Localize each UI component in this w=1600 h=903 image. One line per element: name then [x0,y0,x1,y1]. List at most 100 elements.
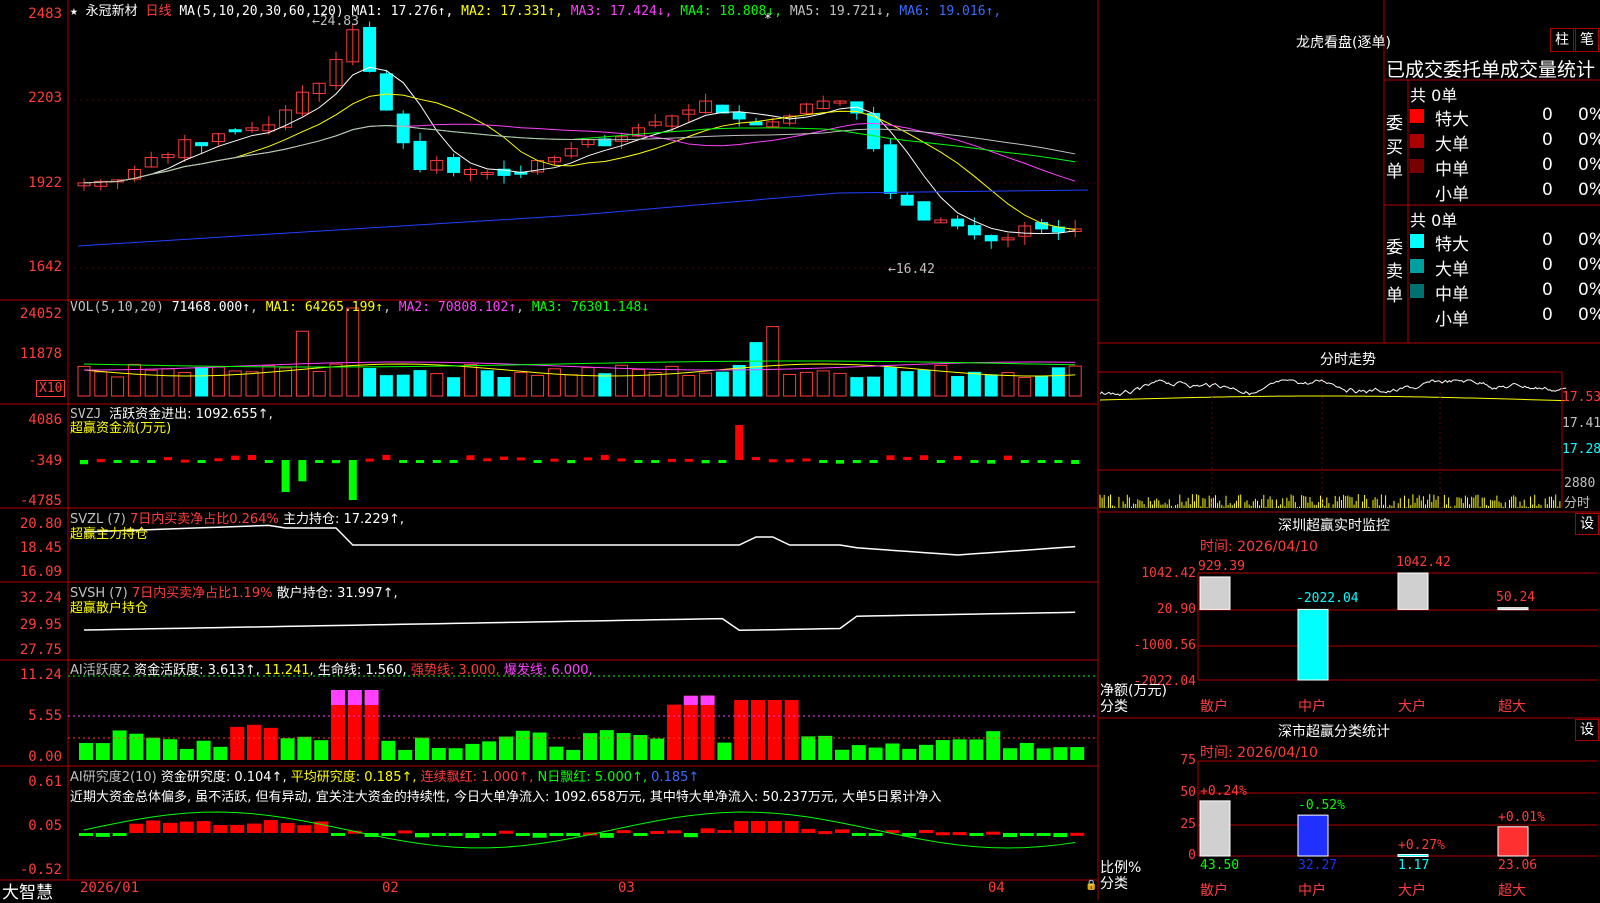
svsh-y-tick: 32.24 [19,590,62,606]
research-bar [448,833,463,836]
svsh-hold: 散户持仓: 31.997↑, [276,586,398,601]
svsh-y-tick: 27.75 [19,642,62,658]
research-bar [751,821,765,833]
fund-flow-bar [567,460,576,464]
date-axis-label: 04 [988,880,1005,896]
research-bar [179,821,194,833]
fund-flow-bar [735,425,744,460]
activity-bar [734,700,749,760]
ai1-v2: 11.241, [264,663,314,678]
volume-bar [598,373,612,397]
activity-bar [314,740,329,760]
fund-flow-bar [651,460,660,463]
volume-bar [497,377,511,397]
volume-bar [934,364,948,397]
ai1-y-tick: 11.24 [19,667,62,683]
fund-flow-bar [113,460,122,463]
activity-bar [919,744,933,760]
vol-ma3: MA3: 76301.148↓ [531,300,650,315]
activity-bar-peak [364,690,379,705]
volume-bar [631,369,645,397]
vol-ma1: MA1: 64265.199↑ [265,300,384,315]
legend-swatch [1410,234,1424,248]
ai1-y-tick: 5.55 [28,708,62,724]
research-bar [532,833,547,838]
favorite-star-icon[interactable]: ★ [70,4,78,19]
bar-view-button[interactable]: 柱 [1550,28,1574,52]
volume-bar [1068,365,1082,397]
activity-bar [196,740,211,760]
longhu-name: 大单 [1435,135,1469,155]
volume-bar [94,371,108,397]
sz-class-time: 时间: 2026/04/10 [1200,745,1318,761]
activity-bar [499,736,513,760]
fund-flow-bar [718,460,727,463]
ratio-change-label: +0.24% [1200,783,1247,799]
volume-bar [699,372,713,397]
activity-bar [1070,747,1085,760]
vol-unit-badge[interactable]: X10 [36,380,66,397]
fund-flow-bar [819,460,828,463]
volume-bar [682,375,696,397]
volume-bar [547,368,561,397]
fund-flow-bar [365,458,374,462]
tick-view-button[interactable]: 笔 [1575,28,1599,52]
buy-total: 共 0单 [1410,86,1458,105]
longhu-title: 龙虎看盘(逐单) [1296,35,1391,51]
activity-bar [767,700,782,760]
ai2-header: AI研究度2(10) 资金研究度: 0.104↑, 平均研究度: 0.185↑,… [70,766,699,785]
fund-flow-bar [248,455,256,460]
fund-flow-bar [80,460,88,465]
low-price-label: ←16.42 [888,262,935,277]
sz-monitor-cat-label: 分类 [1100,699,1128,715]
fund-flow-bar [936,460,945,463]
activity-bar [1036,748,1051,760]
stock-name[interactable]: 永冠新材 [86,4,138,19]
period-label[interactable]: 日线 [146,4,172,19]
volume-bar [883,367,897,397]
volume-bar [648,371,662,397]
fund-flow-bar [533,460,542,463]
legend-swatch [1410,184,1424,198]
fund-flow-bar [1037,460,1046,463]
research-bar [935,832,950,836]
sz-monitor-settings-button[interactable]: 设 [1575,513,1599,535]
net-amount-bar [1497,607,1529,611]
fund-flow-bar [634,460,643,463]
volume-bar [279,367,293,397]
ma-value: MA1: 17.276↑, [351,4,454,19]
kline-y-tick: 1922 [28,175,62,191]
ai1-label: AI活跃度2 [70,663,130,678]
lock-icon[interactable]: 🔒 [1085,880,1097,891]
activity-bar [969,739,984,760]
intraday-avg-line [1099,395,1566,402]
research-bar [247,823,261,833]
activity-bar [986,731,1001,760]
vol-value: 71468.000↑ [171,300,251,315]
research-bar [482,833,497,836]
legend-swatch [1410,284,1424,298]
longhu-count: 0 [1542,130,1553,150]
intraday-price-line [1099,379,1567,397]
fund-flow-bar [852,460,861,464]
sz-class-y-tick: 25 [1180,817,1196,832]
volume-bar [447,377,461,397]
fund-flow-bar [147,460,156,463]
activity-bar [902,748,917,760]
volume-bar [211,366,225,397]
ai1-y-tick: 0.00 [28,749,62,765]
research-bar [431,833,446,836]
ma-values: MA1: 17.276↑, MA2: 17.331↑, MA3: 17.424↓… [352,4,1002,19]
activity-bar [230,726,245,760]
activity-bar [952,739,967,760]
candle [396,113,410,144]
event-marker-icon[interactable]: * [764,12,772,27]
stock-chart-canvas[interactable] [0,0,1600,900]
volume-bar [463,364,477,397]
longhu-count: 0 [1542,230,1553,250]
sz-class-settings-button[interactable]: 设 [1575,719,1599,741]
research-bar [683,833,698,838]
research-bar [263,820,278,833]
ai2-y-tick: 0.61 [28,774,62,790]
volume-bar [1018,377,1032,397]
